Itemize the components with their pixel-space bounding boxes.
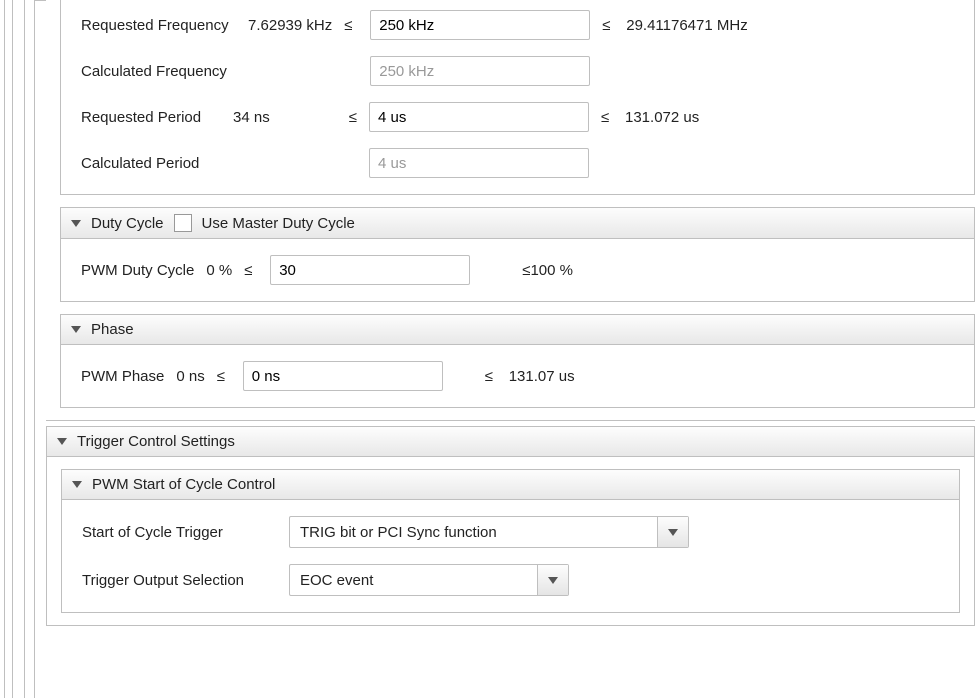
duty-cycle-header[interactable]: Duty Cycle Use Master Duty Cycle <box>61 208 974 239</box>
start-of-cycle-trigger-value: TRIG bit or PCI Sync function <box>290 517 658 547</box>
chevron-down-icon <box>57 438 67 445</box>
pwm-duty-cycle-min: 0 % <box>206 262 232 279</box>
chevron-down-icon <box>72 481 82 488</box>
leq-symbol: ≤ <box>601 109 615 126</box>
pwm-duty-cycle-max: 100 % <box>530 262 573 279</box>
pwm-phase-min: 0 ns <box>176 368 204 385</box>
requested-period-max: 131.072 us <box>625 109 699 126</box>
requested-period-min: 34 ns <box>233 109 303 126</box>
chevron-down-icon <box>548 577 558 584</box>
requested-frequency-max: 29.41176471 MHz <box>626 17 747 34</box>
requested-period-input[interactable] <box>369 102 589 132</box>
trigger-control-title: Trigger Control Settings <box>77 433 235 450</box>
pwm-start-of-cycle-header[interactable]: PWM Start of Cycle Control <box>62 470 959 500</box>
dropdown-button[interactable] <box>658 517 688 547</box>
requested-frequency-input[interactable] <box>370 10 590 40</box>
trigger-output-selection-select[interactable]: EOC event <box>289 564 569 596</box>
duty-cycle-title: Duty Cycle <box>91 215 164 232</box>
leq-symbol: ≤ <box>315 109 357 126</box>
calculated-frequency-output <box>370 56 590 86</box>
trigger-control-section: Trigger Control Settings PWM Start of Cy… <box>46 426 975 626</box>
use-master-duty-checkbox[interactable] <box>174 214 192 232</box>
requested-frequency-min: 7.62939 kHz <box>248 17 332 34</box>
frequency-panel-body: Requested Frequency 7.62939 kHz ≤ ≤ 29.4… <box>60 0 975 195</box>
pwm-duty-cycle-label: PWM Duty Cycle <box>81 262 194 279</box>
use-master-duty-label: Use Master Duty Cycle <box>202 215 355 232</box>
phase-title: Phase <box>91 321 134 338</box>
phase-section: Phase PWM Phase 0 ns ≤ ≤ 131.07 us <box>60 314 975 408</box>
pwm-start-of-cycle-section: PWM Start of Cycle Control Start of Cycl… <box>61 469 960 613</box>
trigger-control-header[interactable]: Trigger Control Settings <box>47 427 974 457</box>
leq-symbol: ≤ <box>244 262 258 279</box>
leq-symbol: ≤ <box>485 368 499 385</box>
pwm-start-of-cycle-title: PWM Start of Cycle Control <box>92 476 275 493</box>
start-of-cycle-trigger-select[interactable]: TRIG bit or PCI Sync function <box>289 516 689 548</box>
duty-cycle-section: Duty Cycle Use Master Duty Cycle PWM Dut… <box>60 207 975 302</box>
start-of-cycle-trigger-label: Start of Cycle Trigger <box>82 524 277 541</box>
requested-frequency-label: Requested Frequency <box>81 17 236 34</box>
pwm-phase-label: PWM Phase <box>81 368 164 385</box>
calculated-period-label: Calculated Period <box>81 155 221 172</box>
chevron-down-icon <box>668 529 678 536</box>
leq-symbol: ≤ <box>344 17 358 34</box>
trigger-output-selection-value: EOC event <box>290 565 538 595</box>
pwm-phase-input[interactable] <box>243 361 443 391</box>
pwm-duty-cycle-input[interactable] <box>270 255 470 285</box>
pwm-phase-max: 131.07 us <box>509 368 575 385</box>
calculated-frequency-label: Calculated Frequency <box>81 63 236 80</box>
trigger-output-selection-label: Trigger Output Selection <box>82 572 277 589</box>
chevron-down-icon <box>71 326 81 333</box>
requested-period-label: Requested Period <box>81 109 221 126</box>
phase-header[interactable]: Phase <box>61 315 974 345</box>
chevron-down-icon <box>71 220 81 227</box>
calculated-period-output <box>369 148 589 178</box>
dropdown-button[interactable] <box>538 565 568 595</box>
leq-symbol: ≤ <box>217 368 231 385</box>
leq-symbol: ≤ <box>602 17 616 34</box>
